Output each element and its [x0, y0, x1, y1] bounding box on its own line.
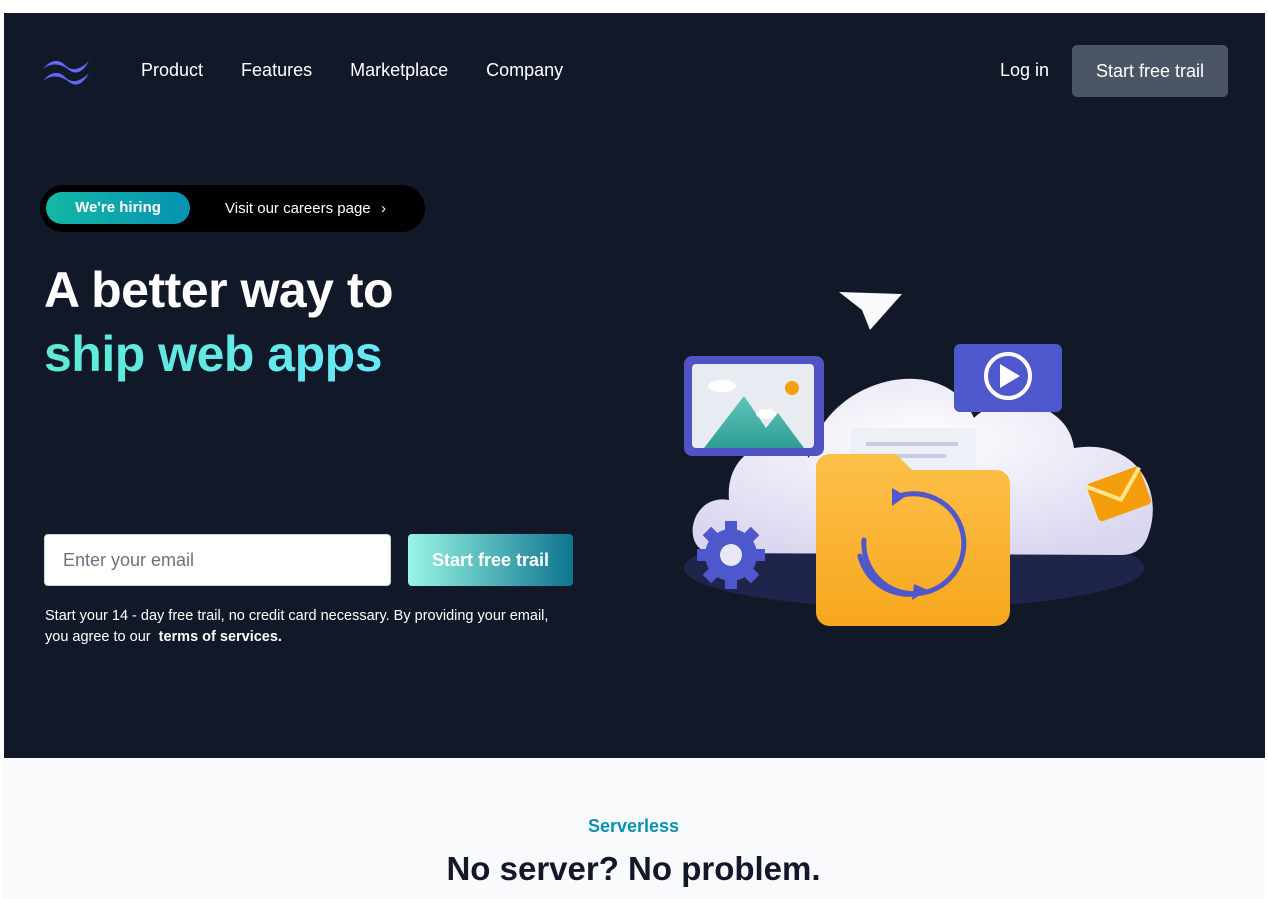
email-input[interactable] [44, 534, 391, 586]
hero-headline: A better way to ship web apps [44, 258, 394, 386]
sync-folder-icon [816, 454, 1010, 626]
fine-print: Start your 14 - day free trail, no credi… [45, 606, 575, 648]
headline-line-2: ship web apps [44, 322, 393, 386]
hiring-badge: We're hiring [46, 192, 190, 224]
nav-link-features[interactable]: Features [241, 58, 312, 82]
section-title: No server? No problem. [446, 850, 821, 887]
hero-section: Product Features Marketplace Company Log… [4, 13, 1265, 758]
top-nav: Product Features Marketplace Company Log… [4, 13, 1265, 128]
headline-line-1: A better way to [44, 262, 394, 318]
image-card-icon [684, 356, 824, 456]
nav-link-product[interactable]: Product [141, 58, 203, 82]
serverless-section: Serverless No server? No problem. [2, 758, 1265, 899]
gear-icon [697, 521, 765, 589]
terms-link[interactable]: terms of services. [159, 629, 282, 645]
paper-plane-icon [839, 292, 902, 330]
careers-link[interactable]: Visit our careers page [225, 198, 371, 220]
cloud-illustration [684, 292, 1153, 626]
nav-link-company[interactable]: Company [486, 58, 563, 82]
hero-start-trial-button[interactable]: Start free trail [408, 534, 573, 586]
chevron-right-icon: › [381, 200, 386, 217]
section-eyebrow: Serverless [587, 816, 680, 836]
fine-print-text: Start your 14 - day free trail, no credi… [45, 608, 549, 645]
logo-icon[interactable] [41, 55, 93, 87]
hiring-banner[interactable]: We're hiring Visit our careers page › [40, 185, 425, 232]
nav-links: Product Features Marketplace Company [141, 58, 601, 82]
nav-link-marketplace[interactable]: Marketplace [350, 58, 448, 82]
login-link[interactable]: Log in [1000, 58, 1049, 82]
video-play-icon [954, 344, 1062, 412]
nav-start-trial-button[interactable]: Start free trail [1072, 45, 1228, 97]
